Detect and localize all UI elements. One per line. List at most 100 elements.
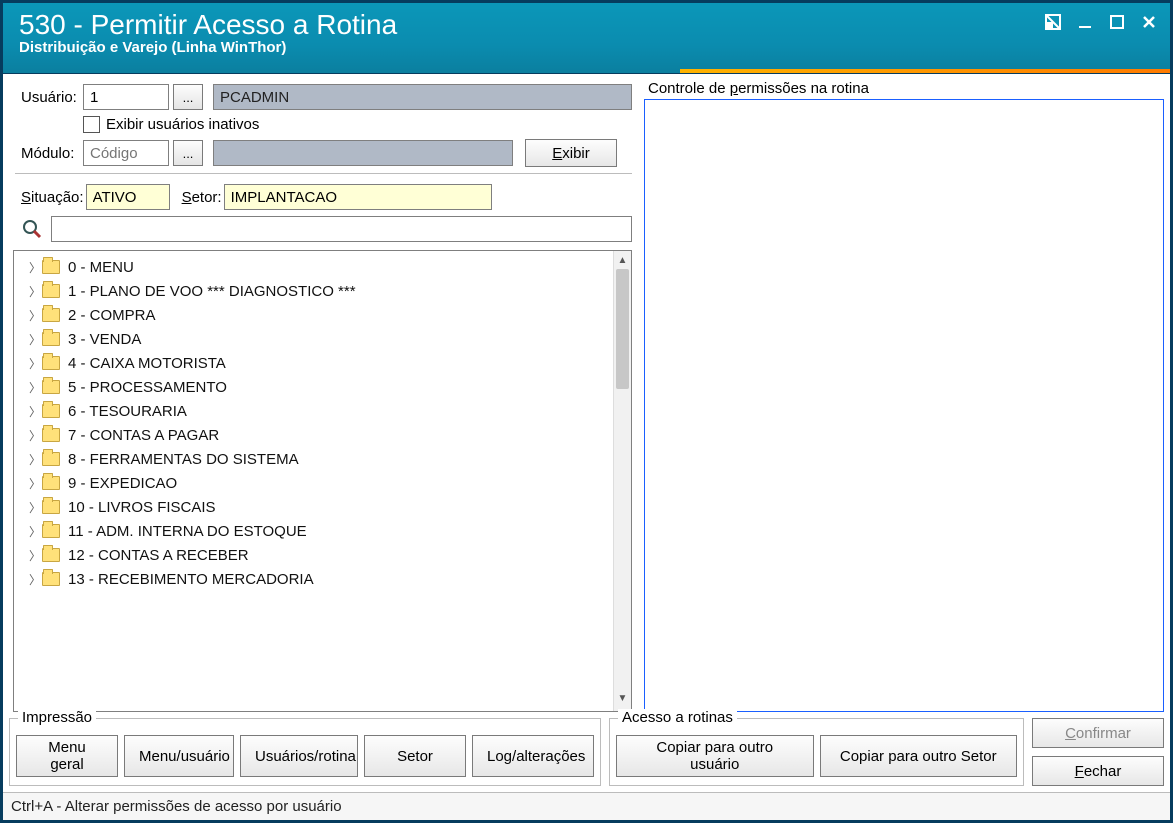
chevron-right-icon: 〉 [28,547,42,564]
usuario-browse-button[interactable]: ... [173,84,203,110]
tree-item-label: 3 - VENDA [68,331,141,348]
modulo-browse-button[interactable]: ... [173,140,203,166]
tree-item-label: 0 - MENU [68,259,134,276]
copiar-usuario-button[interactable]: Copiar para outro usuário [616,735,814,777]
acesso-group: Acesso a rotinas Copiar para outro usuár… [609,718,1024,786]
chevron-right-icon: 〉 [28,403,42,420]
permissions-panel[interactable] [644,99,1164,712]
tree-item-label: 9 - EXPEDICAO [68,475,177,492]
window-subtitle: Distribuição e Varejo (Linha WinThor) [19,39,1154,56]
tree-item-label: 7 - CONTAS A PAGAR [68,427,219,444]
status-bar: Ctrl+A - Alterar permissões de acesso po… [3,792,1170,820]
chevron-right-icon: 〉 [28,259,42,276]
tree-item[interactable]: 〉 5 - PROCESSAMENTO [14,375,631,399]
folder-icon [42,428,60,442]
tree-item-label: 6 - TESOURARIA [68,403,187,420]
module-tree[interactable]: 〉 0 - MENU 〉 1 - PLANO DE VOO *** DIAGNOSTI… [13,250,632,712]
chevron-right-icon: 〉 [28,427,42,444]
situacao-input[interactable] [86,184,170,210]
exibir-inativos-label: Exibir usuários inativos [106,116,259,133]
copiar-setor-button[interactable]: Copiar para outro Setor [820,735,1018,777]
tree-scrollbar[interactable]: ▲ ▼ [613,251,631,711]
usuarios-rotina-button[interactable]: Usuários/rotina [240,735,358,777]
tree-item[interactable]: 〉 12 - CONTAS A RECEBER [14,543,631,567]
tree-item[interactable]: 〉 9 - EXPEDICAO [14,471,631,495]
modulo-nome-display [213,140,513,166]
tree-item-label: 10 - LIVROS FISCAIS [68,499,216,516]
impressao-legend: Impressão [18,709,96,726]
usuario-codigo-input[interactable] [83,84,169,110]
tree-item[interactable]: 〉 0 - MENU [14,255,631,279]
impressao-group: Impressão Menu geral Menu/usuário Usuári… [9,718,601,786]
log-alteracoes-button[interactable]: Log/alterações [472,735,594,777]
chevron-right-icon: 〉 [28,475,42,492]
menu-usuario-button[interactable]: Menu/usuário [124,735,234,777]
setor-input[interactable] [224,184,492,210]
tree-item[interactable]: 〉 1 - PLANO DE VOO *** DIAGNOSTICO *** [14,279,631,303]
folder-icon [42,332,60,346]
folder-icon [42,404,60,418]
minimize-button[interactable] [1074,11,1096,33]
chevron-right-icon: 〉 [28,307,42,324]
folder-icon [42,476,60,490]
tree-item-label: 5 - PROCESSAMENTO [68,379,227,396]
search-icon [21,218,43,240]
tree-item-label: 13 - RECEBIMENTO MERCADORIA [68,571,314,588]
chevron-right-icon: 〉 [28,379,42,396]
tree-item[interactable]: 〉 7 - CONTAS A PAGAR [14,423,631,447]
search-input[interactable] [51,216,632,242]
menu-geral-button[interactable]: Menu geral [16,735,118,777]
exibir-inativos-checkbox[interactable]: Exibir usuários inativos [83,116,259,133]
folder-icon [42,452,60,466]
chevron-right-icon: 〉 [28,523,42,540]
acesso-legend: Acesso a rotinas [618,709,737,726]
folder-icon [42,548,60,562]
folder-icon [42,524,60,538]
situacao-label: Situação: [21,189,84,206]
folder-icon [42,572,60,586]
tree-item[interactable]: 〉 3 - VENDA [14,327,631,351]
tree-item[interactable]: 〉 4 - CAIXA MOTORISTA [14,351,631,375]
fechar-button[interactable]: Fechar [1032,756,1164,786]
chevron-right-icon: 〉 [28,499,42,516]
confirmar-button[interactable]: Confirmar [1032,718,1164,748]
folder-icon [42,356,60,370]
chevron-right-icon: 〉 [28,283,42,300]
folder-icon [42,500,60,514]
exibir-button[interactable]: Exibir [525,139,617,167]
modulo-label: Módulo: [21,145,83,162]
tree-item[interactable]: 〉 10 - LIVROS FISCAIS [14,495,631,519]
close-button[interactable] [1138,11,1160,33]
maximize-button[interactable] [1106,11,1128,33]
setor-button[interactable]: Setor [364,735,466,777]
folder-icon [42,380,60,394]
tree-item-label: 11 - ADM. INTERNA DO ESTOQUE [68,523,307,540]
permissions-panel-label: Controle de permissões na rotina [648,80,1164,97]
modulo-codigo-input[interactable] [83,140,169,166]
half-screen-icon[interactable] [1042,11,1064,33]
setor-label: Setor: [182,189,222,206]
scroll-up-button[interactable]: ▲ [614,251,631,269]
folder-icon [42,308,60,322]
chevron-right-icon: 〉 [28,571,42,588]
window-title: 530 - Permitir Acesso a Rotina [19,9,1154,41]
tree-item[interactable]: 〉 2 - COMPRA [14,303,631,327]
tree-item-label: 12 - CONTAS A RECEBER [68,547,249,564]
tree-item[interactable]: 〉 11 - ADM. INTERNA DO ESTOQUE [14,519,631,543]
tree-item[interactable]: 〉 13 - RECEBIMENTO MERCADORIA [14,567,631,591]
chevron-right-icon: 〉 [28,451,42,468]
usuario-label: Usuário: [21,89,83,106]
folder-icon [42,284,60,298]
tree-item-label: 2 - COMPRA [68,307,156,324]
title-bar: 530 - Permitir Acesso a Rotina Distribui… [3,3,1170,73]
tree-item[interactable]: 〉 6 - TESOURARIA [14,399,631,423]
tree-item-label: 8 - FERRAMENTAS DO SISTEMA [68,451,299,468]
chevron-right-icon: 〉 [28,331,42,348]
chevron-right-icon: 〉 [28,355,42,372]
usuario-nome-display [213,84,632,110]
tree-item[interactable]: 〉 8 - FERRAMENTAS DO SISTEMA [14,447,631,471]
scroll-thumb[interactable] [616,269,629,389]
tree-item-label: 1 - PLANO DE VOO *** DIAGNOSTICO *** [68,283,356,300]
folder-icon [42,260,60,274]
tree-item-label: 4 - CAIXA MOTORISTA [68,355,226,372]
